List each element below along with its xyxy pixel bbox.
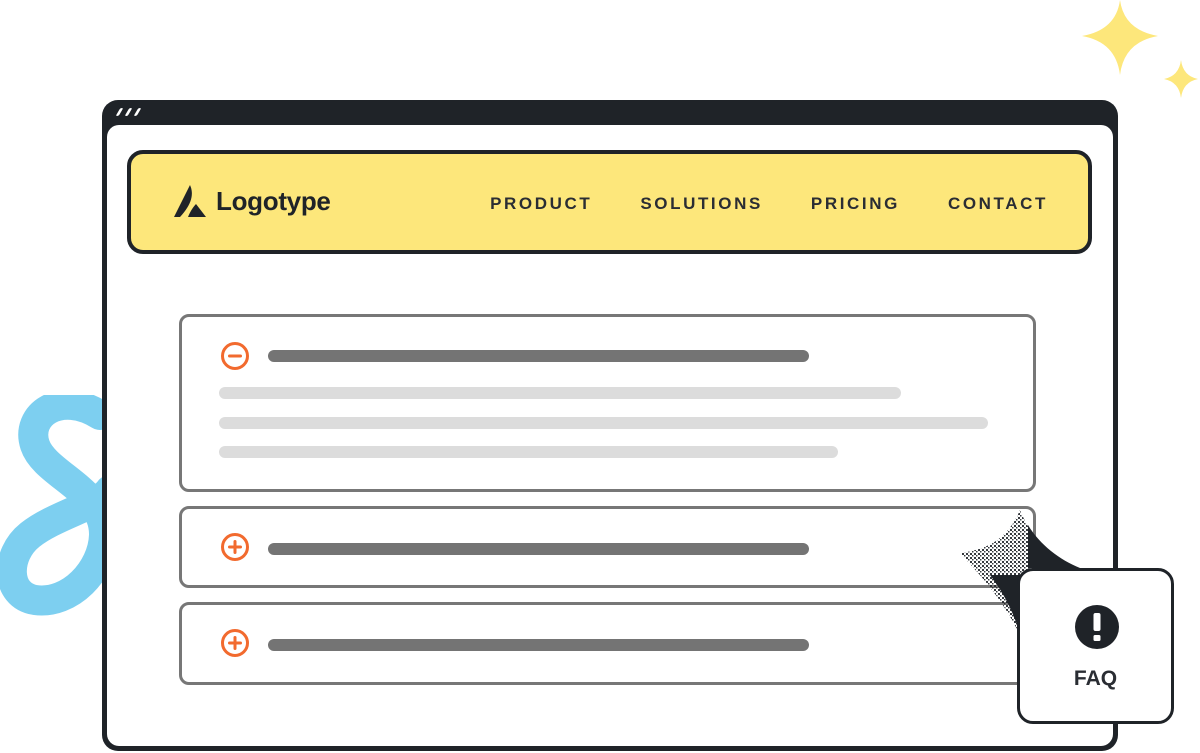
window-dot bbox=[133, 108, 142, 116]
site-navbar: Logotype PRODUCT SOLUTIONS PRICING CONTA… bbox=[127, 150, 1092, 254]
sparkles-decoration bbox=[1082, 0, 1198, 98]
logo-text: Logotype bbox=[216, 185, 331, 216]
decorative-squiggle bbox=[0, 395, 110, 616]
nav-link-solutions[interactable]: SOLUTIONS bbox=[640, 194, 763, 214]
accordion-title-placeholder[interactable] bbox=[268, 543, 809, 555]
accordion-title-placeholder[interactable] bbox=[268, 350, 809, 362]
exclamation-circle-icon bbox=[1075, 605, 1119, 649]
nav-links: PRODUCT SOLUTIONS PRICING CONTACT bbox=[490, 194, 1048, 214]
sparkle-small-icon bbox=[1164, 60, 1198, 98]
minus-circle-icon[interactable] bbox=[220, 341, 250, 371]
window-dot bbox=[124, 108, 133, 116]
accordion-item-collapsed[interactable] bbox=[179, 602, 1036, 685]
logo-icon bbox=[174, 185, 206, 217]
window-controls bbox=[115, 108, 142, 116]
faq-label: FAQ bbox=[1073, 667, 1118, 690]
sparkle-large-icon bbox=[1082, 0, 1158, 75]
nav-link-product[interactable]: PRODUCT bbox=[490, 194, 592, 214]
accordion-title-placeholder[interactable] bbox=[268, 639, 809, 651]
nav-link-pricing[interactable]: PRICING bbox=[811, 194, 900, 214]
plus-circle-icon[interactable] bbox=[220, 628, 250, 658]
accordion-body-line bbox=[219, 417, 988, 429]
nav-link-contact[interactable]: CONTACT bbox=[948, 194, 1048, 214]
accordion-body-line bbox=[219, 446, 838, 458]
window-dot bbox=[115, 108, 124, 116]
logo[interactable]: Logotype bbox=[173, 184, 331, 218]
accordion-item-collapsed[interactable] bbox=[179, 506, 1036, 588]
accordion-body-line bbox=[219, 387, 901, 399]
plus-circle-icon[interactable] bbox=[220, 532, 250, 562]
faq-badge[interactable]: FAQ bbox=[1017, 568, 1174, 724]
accordion-item-expanded[interactable] bbox=[179, 314, 1036, 492]
